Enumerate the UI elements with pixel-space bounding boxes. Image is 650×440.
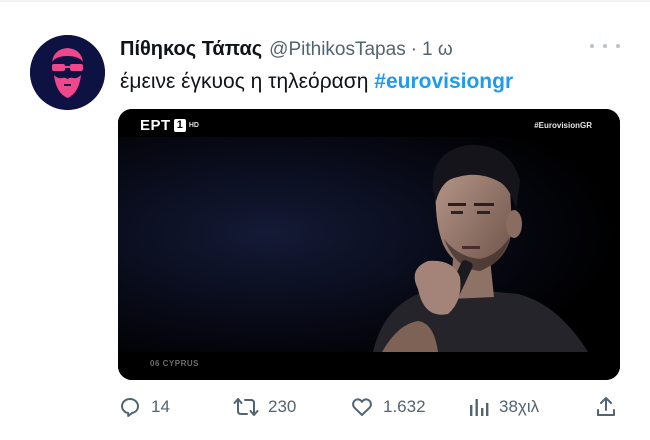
share-icon <box>597 397 615 416</box>
media-image <box>118 109 620 380</box>
like-count: 1.632 <box>383 397 426 416</box>
more-dot <box>603 44 607 48</box>
tweet-text: έμεινε έγκυος η τηλεόραση #eurovisiongr <box>120 70 513 94</box>
separator-dot: · <box>410 39 418 60</box>
reply-button[interactable]: 14 <box>118 392 170 422</box>
retweet-count: 230 <box>268 397 297 416</box>
country-caption: 06 CYPRUS <box>150 359 199 368</box>
more-options-button[interactable] <box>590 38 620 54</box>
tweet-card[interactable]: Πίθηκος Τάπας @PithikosTapas · 1 ω έμειν… <box>0 0 650 440</box>
tweet-actions: 14 230 1.632 38χιλ <box>118 392 618 422</box>
reply-count: 14 <box>151 397 170 416</box>
channel-hd-badge: HD <box>188 122 199 129</box>
more-dot <box>590 44 594 48</box>
hashtag-link[interactable]: #eurovisiongr <box>374 70 513 93</box>
author-handle[interactable]: @PithikosTapas <box>269 39 406 61</box>
avatar[interactable] <box>30 35 105 110</box>
views-button[interactable]: 38χιλ <box>468 392 539 422</box>
tweet-body: έμεινε έγκυος η τηλεόραση <box>120 70 369 93</box>
broadcast-hashtag: #EurovisionGR <box>534 121 592 130</box>
share-button[interactable] <box>594 392 627 422</box>
reply-icon <box>121 398 139 417</box>
channel-logo-text: ΕΡΤ <box>140 117 171 134</box>
tweet-time[interactable]: 1 ω <box>422 39 453 61</box>
more-dot <box>616 44 620 48</box>
tweet-media[interactable]: ΕΡΤ 1 HD #EurovisionGR 06 CYPRUS <box>118 109 620 380</box>
heart-icon <box>352 398 372 416</box>
tweet-header: Πίθηκος Τάπας @PithikosTapas · 1 ω <box>120 38 453 64</box>
retweet-icon <box>233 398 259 416</box>
like-button[interactable]: 1.632 <box>350 392 426 422</box>
channel-number: 1 <box>173 119 186 132</box>
channel-logo: ΕΡΤ 1 HD <box>140 117 199 134</box>
retweet-button[interactable]: 230 <box>233 392 296 422</box>
author-display-name[interactable]: Πίθηκος Τάπας <box>120 38 262 61</box>
analytics-icon <box>470 399 489 416</box>
avatar-face-icon <box>30 35 105 110</box>
views-count: 38χιλ <box>499 397 540 416</box>
